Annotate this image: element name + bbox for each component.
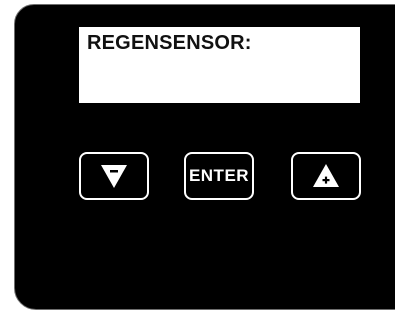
up-triangle-plus-icon — [311, 162, 341, 190]
display-text: REGENSENSOR: — [87, 32, 252, 54]
control-panel: REGENSENSOR: ENTER — [14, 4, 395, 310]
enter-button[interactable]: ENTER — [184, 152, 254, 200]
enter-button-label: ENTER — [188, 166, 250, 185]
up-button[interactable] — [291, 152, 361, 200]
down-button[interactable] — [79, 152, 149, 200]
down-triangle-minus-icon — [99, 162, 129, 190]
lcd-display: REGENSENSOR: — [79, 27, 360, 103]
